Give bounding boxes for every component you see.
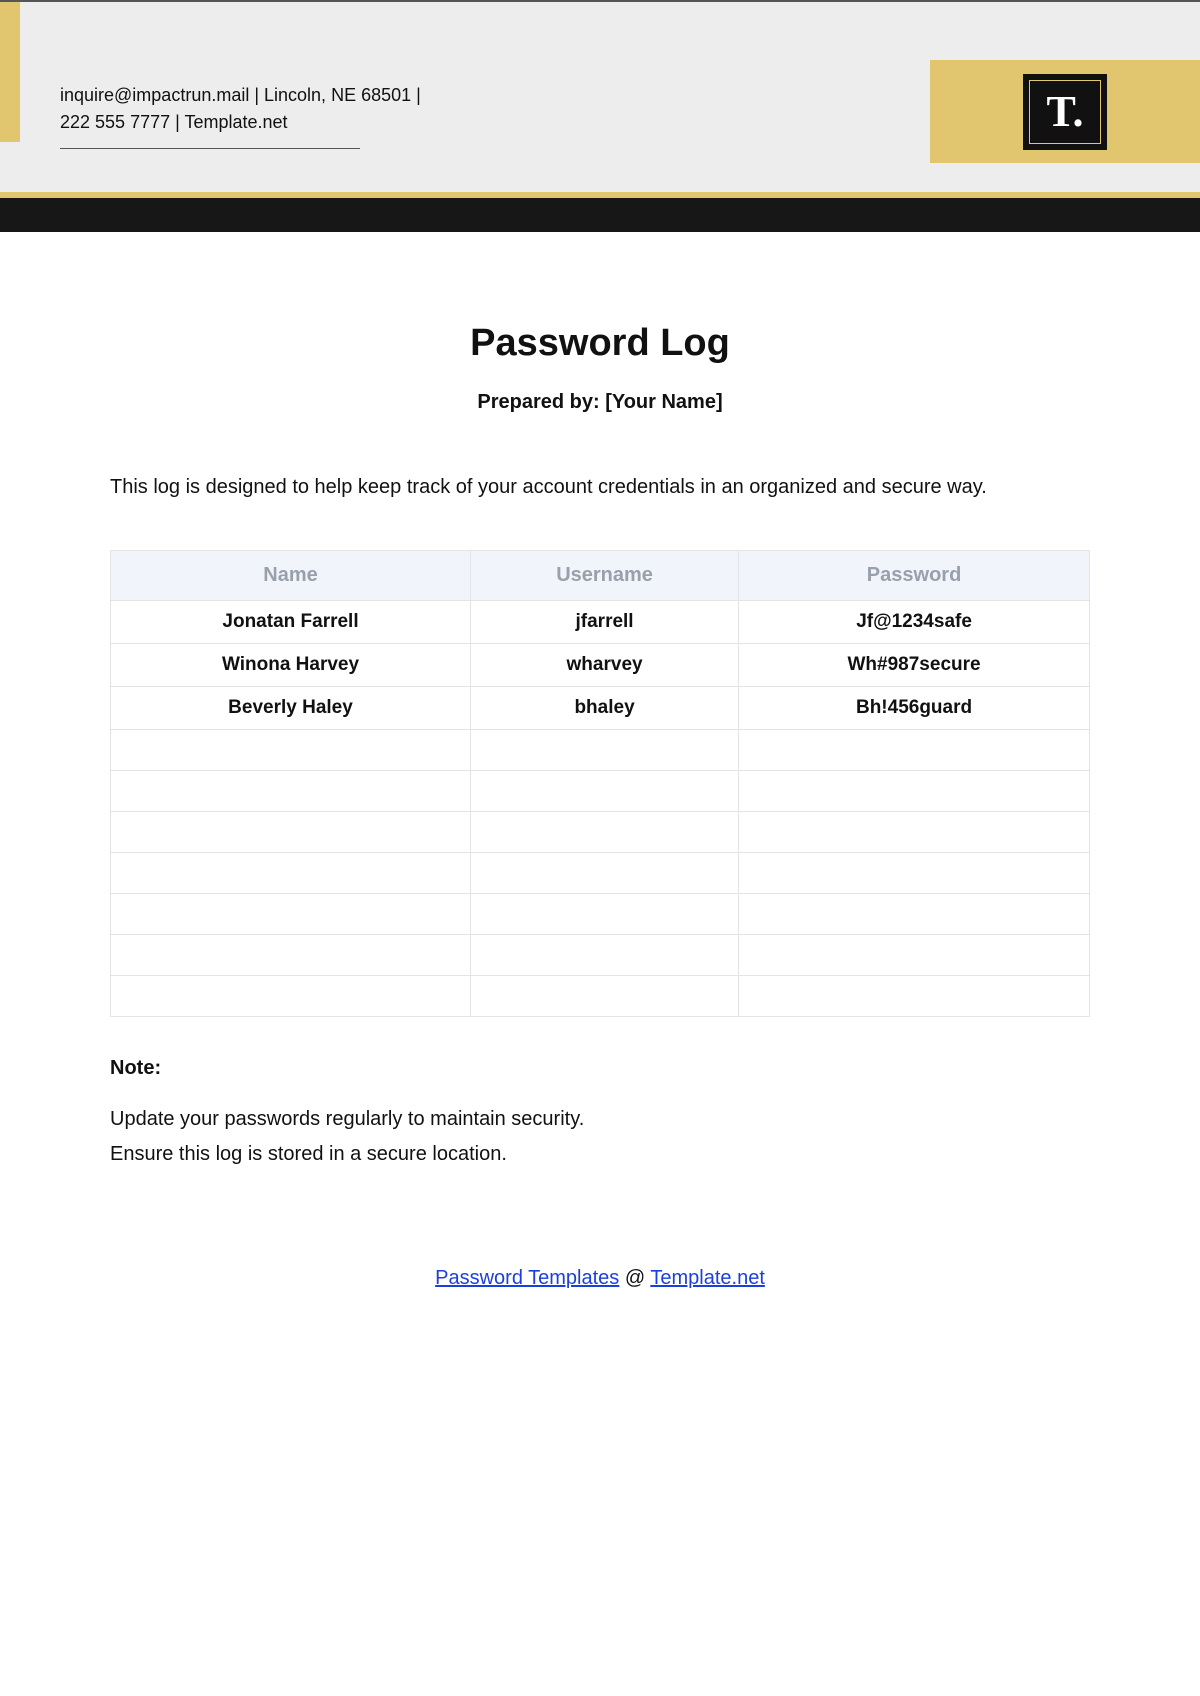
footer-at: @ — [619, 1267, 650, 1289]
table-row — [111, 853, 1090, 894]
intro-text: This log is designed to help keep track … — [110, 470, 1090, 504]
col-password: Password — [739, 551, 1090, 601]
cell-password — [739, 812, 1090, 853]
header-black-bar — [0, 198, 1200, 232]
contact-line-2: 222 555 7777 | Template.net — [60, 109, 460, 136]
cell-password — [739, 853, 1090, 894]
footer-link-templates[interactable]: Password Templates — [435, 1267, 619, 1289]
table-row: Beverly HaleybhaleyBh!456guard — [111, 687, 1090, 730]
gold-accent-bar — [0, 2, 20, 142]
col-username: Username — [471, 551, 739, 601]
table-row — [111, 730, 1090, 771]
logo-badge: T. — [930, 60, 1200, 163]
cell-name: Jonatan Farrell — [111, 601, 471, 644]
cell-name: Winona Harvey — [111, 644, 471, 687]
cell-name — [111, 935, 471, 976]
cell-username — [471, 771, 739, 812]
note-line-2: Ensure this log is stored in a secure lo… — [110, 1137, 1090, 1172]
cell-password — [739, 894, 1090, 935]
table-row — [111, 935, 1090, 976]
cell-password — [739, 771, 1090, 812]
table-row — [111, 812, 1090, 853]
note-line-1: Update your passwords regularly to maint… — [110, 1102, 1090, 1137]
note-label: Note: — [110, 1057, 1090, 1080]
table-header-row: Name Username Password — [111, 551, 1090, 601]
cell-username — [471, 853, 739, 894]
cell-username — [471, 976, 739, 1017]
col-name: Name — [111, 551, 471, 601]
cell-name — [111, 730, 471, 771]
cell-username: wharvey — [471, 644, 739, 687]
content-area: Password Log Prepared by: [Your Name] Th… — [0, 232, 1200, 1290]
table-row — [111, 771, 1090, 812]
header-band: inquire@impactrun.mail | Lincoln, NE 685… — [0, 2, 1200, 192]
table-row: Winona HarveywharveyWh#987secure — [111, 644, 1090, 687]
logo-box: T. — [1023, 74, 1107, 150]
password-table: Name Username Password Jonatan Farrelljf… — [110, 550, 1090, 1017]
cell-password — [739, 935, 1090, 976]
cell-username — [471, 812, 739, 853]
footer-link-site[interactable]: Template.net — [650, 1267, 765, 1289]
cell-username: bhaley — [471, 687, 739, 730]
cell-username — [471, 935, 739, 976]
cell-username — [471, 730, 739, 771]
cell-name — [111, 812, 471, 853]
contact-underline — [60, 148, 360, 149]
cell-password — [739, 976, 1090, 1017]
table-row — [111, 976, 1090, 1017]
cell-name — [111, 771, 471, 812]
cell-name — [111, 894, 471, 935]
logo-icon: T. — [1046, 86, 1083, 137]
cell-password: Bh!456guard — [739, 687, 1090, 730]
cell-password — [739, 730, 1090, 771]
cell-username — [471, 894, 739, 935]
footer-links: Password Templates @ Template.net — [110, 1267, 1090, 1290]
cell-password: Wh#987secure — [739, 644, 1090, 687]
cell-username: jfarrell — [471, 601, 739, 644]
prepared-by: Prepared by: [Your Name] — [110, 391, 1090, 414]
table-row: Jonatan FarrelljfarrellJf@1234safe — [111, 601, 1090, 644]
contact-block: inquire@impactrun.mail | Lincoln, NE 685… — [60, 82, 460, 149]
page-title: Password Log — [110, 322, 1090, 365]
contact-line-1: inquire@impactrun.mail | Lincoln, NE 685… — [60, 82, 460, 109]
cell-password: Jf@1234safe — [739, 601, 1090, 644]
cell-name: Beverly Haley — [111, 687, 471, 730]
cell-name — [111, 976, 471, 1017]
table-row — [111, 894, 1090, 935]
cell-name — [111, 853, 471, 894]
